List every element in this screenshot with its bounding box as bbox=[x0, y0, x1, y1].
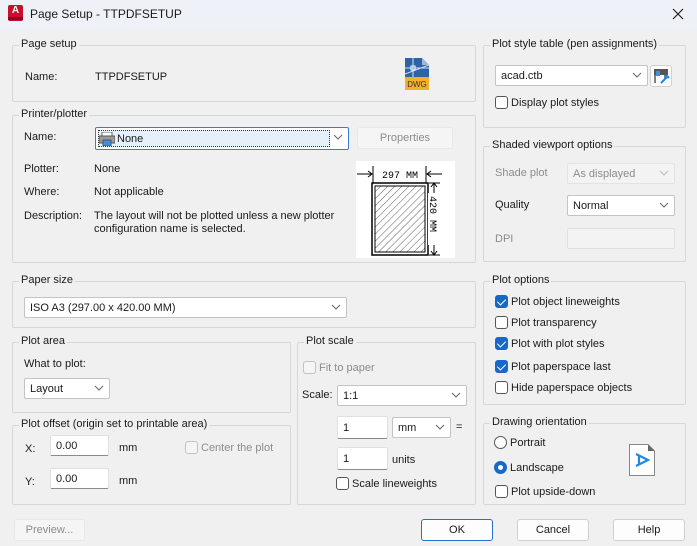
plot-area-legend: Plot area bbox=[19, 335, 68, 347]
what-to-plot-label: What to plot: bbox=[24, 358, 86, 370]
offset-y-label: Y: bbox=[25, 476, 35, 488]
equals-sign: = bbox=[456, 421, 463, 433]
shaded-viewport-legend: Shaded viewport options bbox=[490, 139, 615, 151]
printer-name-value: None bbox=[117, 132, 144, 145]
unit-select[interactable]: mm bbox=[392, 417, 451, 438]
plot-style-table-legend: Plot style table (pen assignments) bbox=[490, 38, 660, 50]
plot-style-value: acad.ctb bbox=[501, 69, 543, 82]
plotter-edit-icon bbox=[654, 69, 670, 84]
landscape-orientation-icon bbox=[629, 444, 655, 476]
printer-icon bbox=[99, 131, 115, 146]
drawing-orientation-legend: Drawing orientation bbox=[490, 416, 589, 428]
fit-to-paper-checkbox[interactable]: Fit to paper bbox=[303, 361, 375, 374]
offset-x-input[interactable] bbox=[50, 435, 109, 456]
what-to-plot-value: Layout bbox=[30, 382, 64, 395]
scale-value: 1:1 bbox=[343, 389, 359, 402]
units-label: units bbox=[392, 454, 416, 466]
properties-button[interactable]: Properties bbox=[357, 127, 453, 149]
preview-height-label: 420 MM bbox=[426, 196, 437, 232]
paper-units-input[interactable] bbox=[337, 416, 388, 439]
offset-y-input[interactable] bbox=[50, 468, 109, 489]
title-bar: A Page Setup - TTPDFSETUP bbox=[0, 0, 697, 30]
chevron-down-icon bbox=[632, 69, 642, 81]
chevron-down-icon bbox=[451, 389, 461, 401]
scale-label: Scale: bbox=[302, 389, 333, 401]
display-plot-styles-checkbox[interactable]: Display plot styles bbox=[495, 96, 599, 109]
center-plot-checkbox[interactable]: Center the plot bbox=[185, 441, 273, 454]
plot-upside-down-checkbox[interactable]: Plot upside-down bbox=[495, 485, 595, 498]
dpi-label: DPI bbox=[495, 233, 514, 245]
scale-lineweights-checkbox[interactable]: Scale lineweights bbox=[336, 477, 437, 490]
page-setup-legend: Page setup bbox=[19, 38, 79, 50]
paper-size-select[interactable]: ISO A3 (297.00 x 420.00 MM) bbox=[24, 297, 347, 318]
drawing-units-input[interactable] bbox=[337, 447, 388, 470]
dwg-file-icon: DWG bbox=[404, 58, 430, 90]
shade-plot-value: As displayed bbox=[573, 167, 636, 180]
chevron-down-icon bbox=[331, 301, 341, 313]
chevron-down-icon bbox=[435, 421, 445, 433]
fit-to-paper-label: Fit to paper bbox=[319, 361, 375, 374]
where-label: Where: bbox=[24, 186, 60, 198]
plot-transparency-checkbox[interactable]: Plot transparency bbox=[495, 316, 597, 329]
cancel-button[interactable]: Cancel bbox=[517, 519, 589, 541]
shade-plot-select[interactable]: As displayed bbox=[567, 163, 675, 184]
page-setup-name-value: TTPDFSETUP bbox=[95, 71, 168, 83]
where-value: Not applicable bbox=[94, 186, 164, 198]
quality-label: Quality bbox=[495, 199, 530, 211]
landscape-radio[interactable]: Landscape bbox=[494, 461, 564, 474]
quality-select[interactable]: Normal bbox=[567, 195, 675, 216]
quality-value: Normal bbox=[573, 199, 609, 212]
what-to-plot-select[interactable]: Layout bbox=[24, 378, 110, 399]
description-line-1: The layout will not be plotted unless a … bbox=[94, 210, 335, 222]
paper-size-preview: 297 MM 420 MM bbox=[356, 161, 455, 258]
plot-options-legend: Plot options bbox=[490, 274, 552, 286]
offset-y-unit: mm bbox=[119, 475, 138, 487]
printer-name-select[interactable]: None bbox=[95, 127, 349, 150]
description-line-2: configuration name is selected. bbox=[94, 223, 246, 235]
close-icon bbox=[672, 8, 684, 20]
chevron-down-icon bbox=[659, 167, 669, 179]
shade-plot-label: Shade plot bbox=[495, 167, 548, 179]
scale-select[interactable]: 1:1 bbox=[337, 385, 467, 406]
plotter-label: Plotter: bbox=[24, 163, 59, 175]
close-button[interactable] bbox=[667, 4, 689, 24]
display-plot-styles-label: Display plot styles bbox=[511, 96, 600, 109]
chevron-down-icon bbox=[333, 131, 343, 143]
printer-name-label: Name: bbox=[24, 131, 57, 143]
hide-paperspace-objects-checkbox[interactable]: Hide paperspace objects bbox=[495, 381, 632, 394]
edit-plot-style-button[interactable] bbox=[650, 65, 672, 87]
help-button[interactable]: Help bbox=[613, 519, 685, 541]
offset-x-label: X: bbox=[25, 443, 36, 455]
paper-size-value: ISO A3 (297.00 x 420.00 MM) bbox=[30, 301, 176, 314]
paper-size-legend: Paper size bbox=[19, 274, 75, 286]
plot-paperspace-last-checkbox[interactable]: Plot paperspace last bbox=[495, 360, 611, 373]
offset-x-unit: mm bbox=[119, 442, 138, 454]
center-plot-label: Center the plot bbox=[201, 441, 274, 454]
plot-with-plot-styles-checkbox[interactable]: Plot with plot styles bbox=[495, 337, 605, 350]
plot-object-lineweights-checkbox[interactable]: Plot object lineweights bbox=[495, 295, 620, 308]
portrait-radio[interactable]: Portrait bbox=[494, 436, 545, 449]
ok-button[interactable]: OK bbox=[421, 519, 493, 541]
plot-offset-legend: Plot offset (origin set to printable are… bbox=[19, 418, 210, 430]
preview-button[interactable]: Preview... bbox=[14, 519, 85, 541]
page-setup-name-label: Name: bbox=[25, 71, 58, 83]
dpi-input[interactable] bbox=[567, 228, 675, 249]
plot-style-select[interactable]: acad.ctb bbox=[495, 65, 648, 86]
window-title: Page Setup - TTPDFSETUP bbox=[30, 7, 182, 21]
scale-lineweights-label: Scale lineweights bbox=[352, 477, 437, 490]
printer-plotter-legend: Printer/plotter bbox=[19, 108, 90, 120]
preview-width-label: 297 MM bbox=[382, 171, 418, 182]
plotter-value: None bbox=[94, 163, 121, 175]
chevron-down-icon bbox=[94, 382, 104, 394]
svg-text:DWG: DWG bbox=[407, 80, 427, 89]
plot-scale-legend: Plot scale bbox=[304, 335, 356, 347]
chevron-down-icon bbox=[659, 199, 669, 211]
description-label: Description: bbox=[24, 210, 83, 222]
unit-value: mm bbox=[398, 421, 417, 434]
autocad-app-icon: A bbox=[8, 5, 23, 21]
